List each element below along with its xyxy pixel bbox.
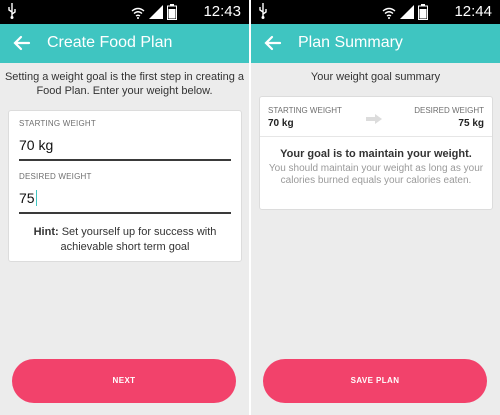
hint-bold: Hint:: [33, 226, 59, 238]
goal-title: Your goal is to maintain your weight.: [280, 148, 472, 160]
app-bar: Create Food Plan: [0, 24, 249, 63]
usb-icon: [257, 3, 269, 22]
app-comparison: 12:43 Create Food Plan Setting a weight …: [0, 0, 500, 415]
signal-icon: [149, 5, 163, 24]
summary-divider: [260, 136, 492, 137]
battery-icon: [167, 4, 177, 25]
signal-icon: [400, 5, 414, 24]
status-icons: [131, 4, 177, 25]
arrow-right-icon: [366, 111, 382, 129]
starting-weight-input[interactable]: 70 kg: [19, 137, 53, 153]
wifi-icon: [382, 6, 396, 24]
create-food-plan-screen: 12:43 Create Food Plan Setting a weight …: [0, 0, 249, 415]
desired-weight-underline: [19, 212, 231, 214]
clock: 12:44: [454, 3, 492, 20]
desired-weight-input[interactable]: 75: [19, 190, 37, 206]
goal-description: You should maintain your weight as long …: [268, 163, 484, 186]
intro-text: Setting a weight goal is the first step …: [4, 71, 245, 97]
hint-text: Hint: Set yourself up for success with a…: [15, 225, 235, 255]
starting-weight-label: STARTING WEIGHT: [268, 106, 342, 115]
desired-weight-label: DESIRED WEIGHT: [19, 172, 92, 181]
plan-summary-screen: 12:44 Plan Summary Your weight goal summ…: [251, 0, 500, 415]
desired-weight-value: 75 kg: [458, 118, 484, 129]
desired-weight-value: 75: [19, 190, 35, 206]
text-cursor: [35, 190, 37, 206]
wifi-icon: [131, 6, 145, 24]
page-title: Create Food Plan: [47, 34, 173, 51]
back-arrow-icon[interactable]: [261, 31, 285, 55]
app-bar: Plan Summary: [251, 24, 500, 63]
clock: 12:43: [203, 3, 241, 20]
battery-icon: [418, 4, 428, 25]
status-bar: 12:43: [0, 0, 249, 24]
status-bar: 12:44: [251, 0, 500, 24]
usb-icon: [6, 3, 18, 22]
next-button[interactable]: NEXT: [12, 359, 236, 403]
weight-form-card: STARTING WEIGHT 70 kg DESIRED WEIGHT 75 …: [8, 110, 242, 262]
status-icons: [382, 4, 428, 25]
starting-weight-value: 70 kg: [268, 118, 294, 129]
page-title: Plan Summary: [298, 34, 403, 51]
starting-weight-underline: [19, 159, 231, 161]
hint-body: Set yourself up for success with achieva…: [58, 226, 217, 253]
starting-weight-label: STARTING WEIGHT: [19, 119, 96, 128]
desired-weight-label: DESIRED WEIGHT: [414, 106, 484, 115]
back-arrow-icon[interactable]: [10, 31, 34, 55]
summary-subtitle: Your weight goal summary: [310, 71, 441, 83]
summary-card: STARTING WEIGHT 70 kg DESIRED WEIGHT 75 …: [259, 96, 493, 210]
save-plan-button[interactable]: SAVE PLAN: [263, 359, 487, 403]
